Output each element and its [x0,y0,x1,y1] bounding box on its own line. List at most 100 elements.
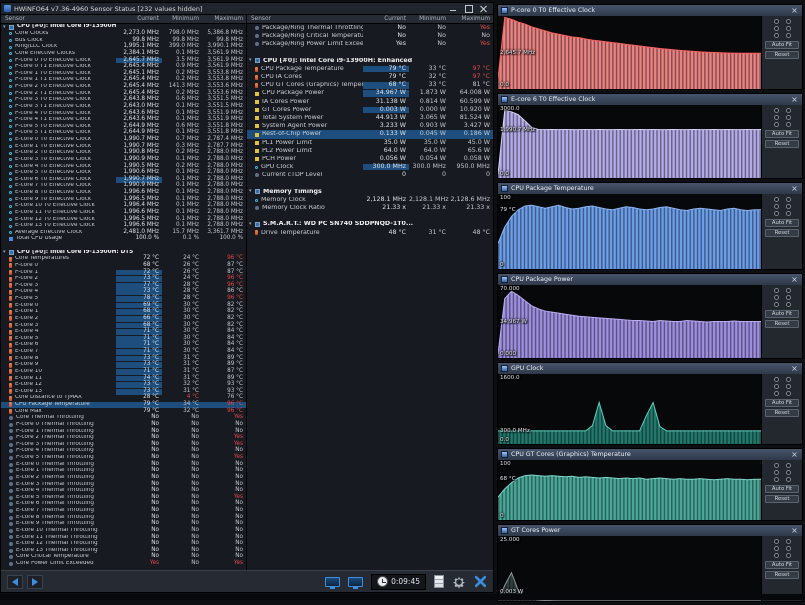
auto-fit-button[interactable]: Auto Fit [765,130,799,138]
settings-gear-icon[interactable] [452,575,466,589]
radio-dot[interactable] [786,122,791,127]
radio-dot[interactable] [786,539,791,544]
radio-dot[interactable] [774,295,779,300]
sensor-row[interactable]: E-core 069 °C30 °C82 °C [1,302,246,309]
sensor-section-header[interactable]: ▾CPU [#0]: Intel Core i9-13900H: DTS [1,249,246,256]
sensor-row[interactable]: E-core 10 Thermal ThrottlingNoNoNo [1,528,246,535]
sensor-row[interactable]: IA Cores Power31.138 W0.814 W60.599 W [247,98,493,106]
close-icon[interactable]: × [790,275,799,284]
radio-dot[interactable] [774,197,779,202]
sensor-row[interactable]: E-core 771 °C30 °C84 °C [1,349,246,356]
radio-dot[interactable] [786,391,791,396]
sensor-row[interactable]: E-core 1373 °C31 °C93 °C [1,388,246,395]
radio-dot[interactable] [786,302,791,307]
reset-button[interactable]: Reset [765,140,799,148]
graph-titlebar[interactable]: GT Cores Power× [498,525,802,536]
sensor-row[interactable]: E-core 1071 °C31 °C87 °C [1,369,246,376]
sensor-row[interactable]: Average Effective Clock2,481.0 MHz15.7 M… [1,229,246,236]
sensor-row[interactable]: E-core 5 Thermal ThrottlingNoNoYes [1,494,246,501]
column-maximum[interactable]: Maximum [449,16,493,22]
sensor-row[interactable]: E-core 2 Thermal ThrottlingNoNoNo [1,475,246,482]
sensor-row[interactable]: PL2 Power Limit64.0 W64.0 W65.6 W [247,147,493,155]
reset-button[interactable]: Reset [765,229,799,237]
sensor-row[interactable]: Memory Clock Ratio21.33 x21.33 x21.33 x [247,204,493,212]
radio-dot[interactable] [786,115,791,120]
radio-dot[interactable] [786,197,791,202]
sensor-row[interactable]: E-core 9 Thermal ThrottlingNoNoNo [1,521,246,528]
radio-dot[interactable] [786,477,791,482]
radio-dot[interactable] [774,108,779,113]
report-icon[interactable] [434,575,444,588]
sensor-row[interactable]: P-core 5 Thermal ThrottlingNoNoYes [1,455,246,462]
monitors-icon[interactable] [325,577,340,587]
radio-dot[interactable] [786,211,791,216]
sensor-row[interactable]: P-core 3 Thermal ThrottlingNoNoYes [1,441,246,448]
sensor-row[interactable]: Current cTDP Level000 [247,171,493,179]
radio-dot[interactable] [786,19,791,24]
sensor-row[interactable]: P-core 172 °C26 °C87 °C [1,269,246,276]
radio-dot[interactable] [774,384,779,389]
sensor-row[interactable]: E-core 3 Thermal ThrottlingNoNoNo [1,481,246,488]
radio-dot[interactable] [786,204,791,209]
sensor-row[interactable]: E-core 973 °C31 °C89 °C [1,362,246,369]
sensor-row[interactable]: E-core 168 °C30 °C82 °C [1,309,246,316]
graph-titlebar[interactable]: GPU Clock× [498,363,802,374]
collapse-arrow-icon[interactable]: ▾ [247,189,255,194]
radio-dot[interactable] [774,470,779,475]
radio-dot[interactable] [774,288,779,293]
radio-dot[interactable] [774,377,779,382]
sensor-row[interactable]: E-core 11 Thermal ThrottlingNoNoNo [1,534,246,541]
close-icon[interactable]: × [790,364,799,373]
sensor-row[interactable]: E-core 266 °C30 °C82 °C [1,316,246,323]
graph-plot[interactable]: 10068 °C0 [498,460,762,520]
column-minimum[interactable]: Minimum [409,16,449,22]
collapse-arrow-icon[interactable]: ▾ [1,250,9,255]
radio-dot[interactable] [774,26,779,31]
close-icon[interactable]: × [790,184,799,193]
sensor-row[interactable]: Core Clocks2,273.0 MHz798.0 MHz5,386.8 M… [1,31,246,38]
radio-dot[interactable] [774,19,779,24]
sensor-row[interactable]: Core Critical TemperatureNoNoNo [1,554,246,561]
sensor-row[interactable]: P-core 578 °C28 °C96 °C [1,296,246,303]
sensor-row[interactable]: E-core 671 °C30 °C84 °C [1,342,246,349]
collapse-arrow-icon[interactable]: ▾ [247,222,255,227]
radio-dot[interactable] [774,204,779,209]
scroll-left-button[interactable] [7,575,23,589]
sensor-row[interactable]: Package/Ring Thermal ThrottlingNoNoYes [247,24,493,32]
reset-button[interactable]: Reset [765,495,799,503]
graph-titlebar[interactable]: E-core 6 T0 Effective Clock× [498,94,802,105]
radio-dot[interactable] [786,288,791,293]
graph-titlebar[interactable]: CPU GT Cores (Graphics) Temperature× [498,449,802,460]
maximize-button[interactable] [464,5,473,12]
sensor-row[interactable]: P-core 377 °C28 °C96 °C [1,282,246,289]
sensor-row[interactable]: Drive Temperature48 °C31 °C48 °C [247,229,493,237]
graph-titlebar[interactable]: CPU Package Power× [498,274,802,285]
radio-dot[interactable] [774,463,779,468]
radio-dot[interactable] [774,477,779,482]
auto-fit-button[interactable]: Auto Fit [765,310,799,318]
sensor-row[interactable]: CPU Package Power34.967 W1.873 W64.008 W [247,90,493,98]
close-icon[interactable]: × [790,95,799,104]
sensor-row[interactable]: E-core 7 Thermal ThrottlingNoNoNo [1,508,246,515]
sensor-section-header[interactable]: ▾CPU [#0]: Intel Core i9-13900H: Enhance… [247,57,493,65]
sensor-row[interactable]: CPU Package Temperature79 °C33 °C97 °C [247,65,493,73]
radio-dot[interactable] [774,391,779,396]
scroll-right-button[interactable] [27,575,43,589]
sensor-row[interactable]: Core Max79 °C32 °C96 °C [1,408,246,415]
auto-fit-button[interactable]: Auto Fit [765,41,799,49]
radio-dot[interactable] [774,33,779,38]
sensor-row[interactable]: P-core 273 °C24 °C96 °C [1,276,246,283]
sensor-row[interactable]: GPU Clock300.0 MHz300.0 MHz950.0 MHz [247,163,493,171]
radio-dot[interactable] [786,295,791,300]
graph-plot[interactable]: 3000.01,990.7 MHz0.0 [498,105,762,178]
radio-dot[interactable] [786,108,791,113]
sensor-row[interactable]: PL1 Power Limit35.0 W35.0 W45.0 W [247,139,493,147]
radio-dot[interactable] [774,211,779,216]
radio-dot[interactable] [774,115,779,120]
radio-dot[interactable] [774,302,779,307]
auto-fit-button[interactable]: Auto Fit [765,561,799,569]
column-current[interactable]: Current [363,16,409,22]
sensor-row[interactable]: Memory Clock2,128.1 MHz2,128.1 MHz2,128.… [247,196,493,204]
collapse-arrow-icon[interactable]: ▾ [247,58,255,63]
radio-dot[interactable] [774,546,779,551]
